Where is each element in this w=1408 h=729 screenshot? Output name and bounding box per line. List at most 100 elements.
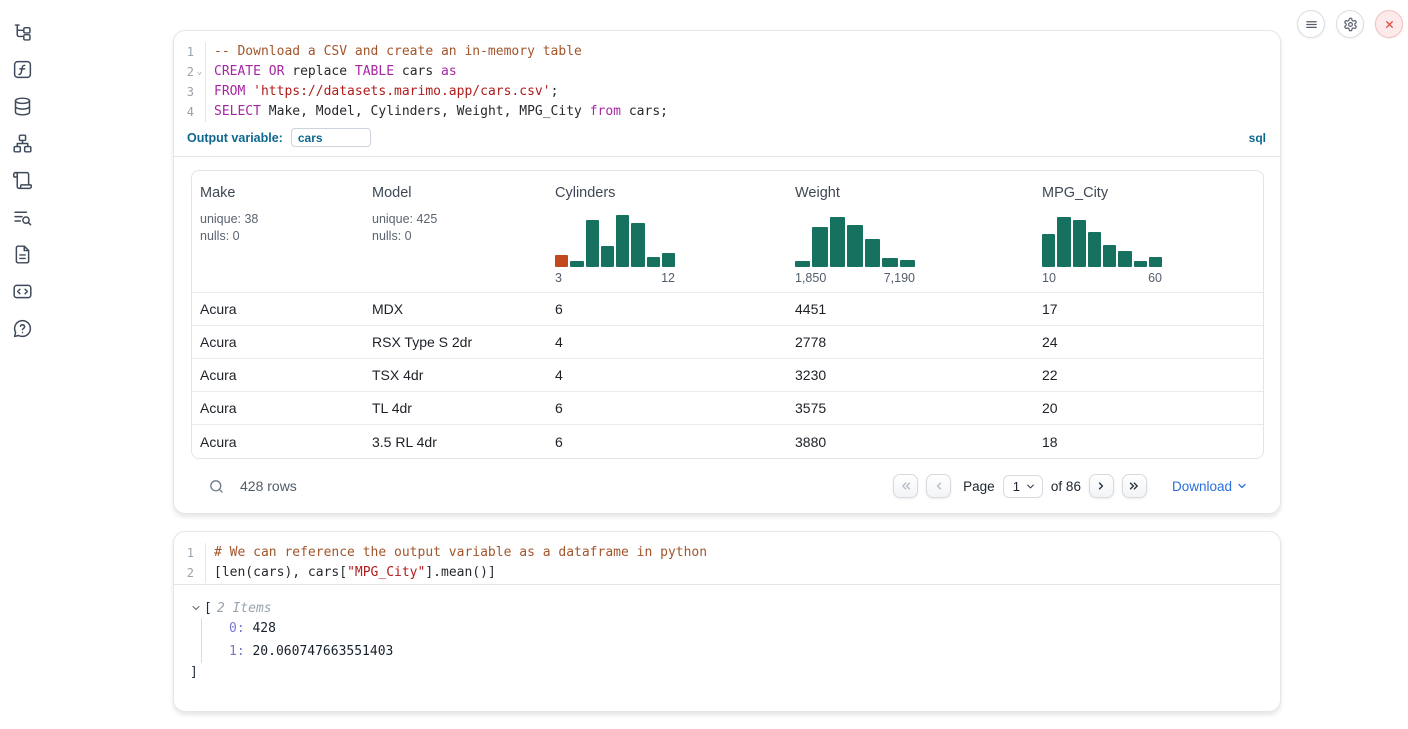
chevron-right-icon bbox=[1094, 479, 1108, 493]
sidebar-snippets-button[interactable] bbox=[12, 280, 34, 302]
table-cell: 17 bbox=[1034, 301, 1263, 317]
tree-items: 0: 4281: 20.060747663551403 bbox=[201, 618, 1264, 663]
left-sidebar bbox=[0, 0, 46, 729]
sidebar-scroll-button[interactable] bbox=[12, 169, 34, 191]
histogram-min-label: 10 bbox=[1042, 271, 1056, 285]
column-histogram: 1,8507,190 bbox=[795, 215, 915, 285]
chevron-down-icon bbox=[1025, 481, 1036, 492]
histogram-bar bbox=[601, 246, 614, 267]
histogram-bar bbox=[900, 260, 915, 267]
sql-cell-output: Makeunique: 38nulls: 0Modelunique: 425nu… bbox=[174, 157, 1280, 498]
histogram-bar bbox=[662, 253, 675, 267]
table-cell: 22 bbox=[1034, 367, 1263, 383]
table-cell: TSX 4dr bbox=[364, 367, 547, 383]
chevron-left-icon bbox=[932, 479, 946, 493]
code-token: SELECT bbox=[214, 104, 261, 119]
settings-button[interactable] bbox=[1336, 10, 1364, 38]
code-token: TABLE bbox=[355, 64, 394, 79]
python-code-editor[interactable]: 1# We can reference the output variable … bbox=[174, 532, 1280, 584]
sidebar-help-button[interactable] bbox=[12, 317, 34, 339]
histogram-axis-labels: 3 12 bbox=[555, 271, 675, 285]
table-cell: 3880 bbox=[787, 434, 1034, 450]
table-row[interactable]: AcuraTSX 4dr4323022 bbox=[192, 359, 1263, 392]
histogram-bar bbox=[570, 261, 583, 267]
sql-code-editor[interactable]: 1 -- Download a CSV and create an in-memo… bbox=[174, 31, 1280, 123]
tree-item-key: 0: bbox=[229, 621, 245, 636]
histogram-bar bbox=[616, 215, 629, 267]
column-name[interactable]: Make bbox=[200, 185, 235, 201]
row-count: 428 rows bbox=[240, 478, 297, 494]
histogram-bar bbox=[1042, 234, 1055, 267]
sidebar-file-tree-button[interactable] bbox=[12, 21, 34, 43]
collapse-chevron-icon[interactable] bbox=[190, 602, 202, 614]
code-token: CREATE bbox=[214, 64, 261, 79]
last-page-button[interactable] bbox=[1122, 474, 1147, 498]
histogram-max-label: 12 bbox=[661, 271, 675, 285]
code-line: 3FROM 'https://datasets.marimo.app/cars.… bbox=[174, 82, 1280, 102]
sidebar-network-button[interactable] bbox=[12, 132, 34, 154]
code-token bbox=[261, 64, 269, 79]
output-variable-bar: Output variable: sql bbox=[174, 123, 1280, 157]
sidebar-table-search-button[interactable] bbox=[12, 206, 34, 228]
column-header-weight: Weight 1,8507,190 bbox=[787, 171, 1034, 292]
output-variable-input[interactable] bbox=[291, 128, 371, 147]
column-name[interactable]: MPG_City bbox=[1042, 185, 1108, 201]
code-token: Make, Model, Cylinders, Weight, MPG_City bbox=[261, 104, 590, 119]
line-number: 1 bbox=[174, 42, 194, 62]
column-header-cylinders: Cylinders 3 12 bbox=[547, 171, 787, 292]
next-page-button[interactable] bbox=[1089, 474, 1114, 498]
column-name[interactable]: Weight bbox=[795, 185, 840, 201]
column-name[interactable]: Model bbox=[372, 185, 412, 201]
table-cell: 2778 bbox=[787, 334, 1034, 350]
page-select[interactable]: 1 bbox=[1003, 475, 1043, 498]
menu-button[interactable] bbox=[1297, 10, 1325, 38]
histogram-bar bbox=[1103, 245, 1116, 267]
code-token: "MPG_City" bbox=[347, 565, 425, 580]
table-cell: 3575 bbox=[787, 400, 1034, 416]
chevron-down-icon bbox=[1236, 480, 1248, 492]
table-row[interactable]: AcuraMDX6445117 bbox=[192, 293, 1263, 326]
line-number: 2 bbox=[174, 563, 194, 583]
tree-item-value: 428 bbox=[245, 621, 276, 636]
table-footer: 428 rows Page 1 of 86 Download bbox=[191, 459, 1264, 498]
table-cell: Acura bbox=[192, 367, 364, 383]
histogram-bar bbox=[830, 217, 845, 267]
column-name[interactable]: Cylinders bbox=[555, 185, 615, 201]
code-token: -- Download a CSV and create an in-memor… bbox=[214, 44, 582, 59]
fold-spacer bbox=[194, 563, 205, 583]
table-row[interactable]: AcuraTL 4dr6357520 bbox=[192, 392, 1263, 425]
table-cell: Acura bbox=[192, 334, 364, 350]
histogram-bars bbox=[795, 215, 915, 267]
fold-chevron-icon[interactable]: ⌄ bbox=[194, 62, 205, 82]
code-text: CREATE OR replace TABLE cars as bbox=[214, 62, 457, 82]
table-cell: MDX bbox=[364, 301, 547, 317]
sidebar-database-button[interactable] bbox=[12, 95, 34, 117]
function-icon bbox=[12, 59, 34, 80]
sidebar-document-button[interactable] bbox=[12, 243, 34, 265]
database-icon bbox=[12, 96, 34, 117]
table-cell: 4 bbox=[547, 367, 787, 383]
output-variable-label: Output variable: bbox=[187, 131, 283, 145]
code-token: OR bbox=[269, 64, 285, 79]
first-page-button[interactable] bbox=[893, 474, 918, 498]
download-button[interactable]: Download bbox=[1172, 479, 1248, 494]
tree-root-row: [ 2 Items bbox=[190, 598, 1264, 618]
histogram-bar bbox=[1057, 217, 1070, 267]
table-cell: 4451 bbox=[787, 301, 1034, 317]
table-cell: 18 bbox=[1034, 434, 1263, 450]
histogram-min-label: 3 bbox=[555, 271, 562, 285]
table-search-button[interactable] bbox=[208, 477, 226, 495]
prev-page-button[interactable] bbox=[926, 474, 951, 498]
fold-spacer bbox=[194, 42, 205, 62]
column-header-model: Model unique: 425nulls: 0 bbox=[364, 171, 547, 292]
line-number: 1 bbox=[174, 543, 194, 563]
table-cell: 6 bbox=[547, 400, 787, 416]
chevrons-right-icon bbox=[1127, 479, 1141, 493]
table-row[interactable]: AcuraRSX Type S 2dr4277824 bbox=[192, 326, 1263, 359]
histogram-min-label: 1,850 bbox=[795, 271, 826, 285]
tree-item-value: 20.060747663551403 bbox=[245, 644, 394, 659]
table-row[interactable]: Acura3.5 RL 4dr6388018 bbox=[192, 425, 1263, 458]
column-stats: unique: 425nulls: 0 bbox=[372, 211, 547, 245]
close-button[interactable] bbox=[1375, 10, 1403, 38]
sidebar-function-button[interactable] bbox=[12, 58, 34, 80]
